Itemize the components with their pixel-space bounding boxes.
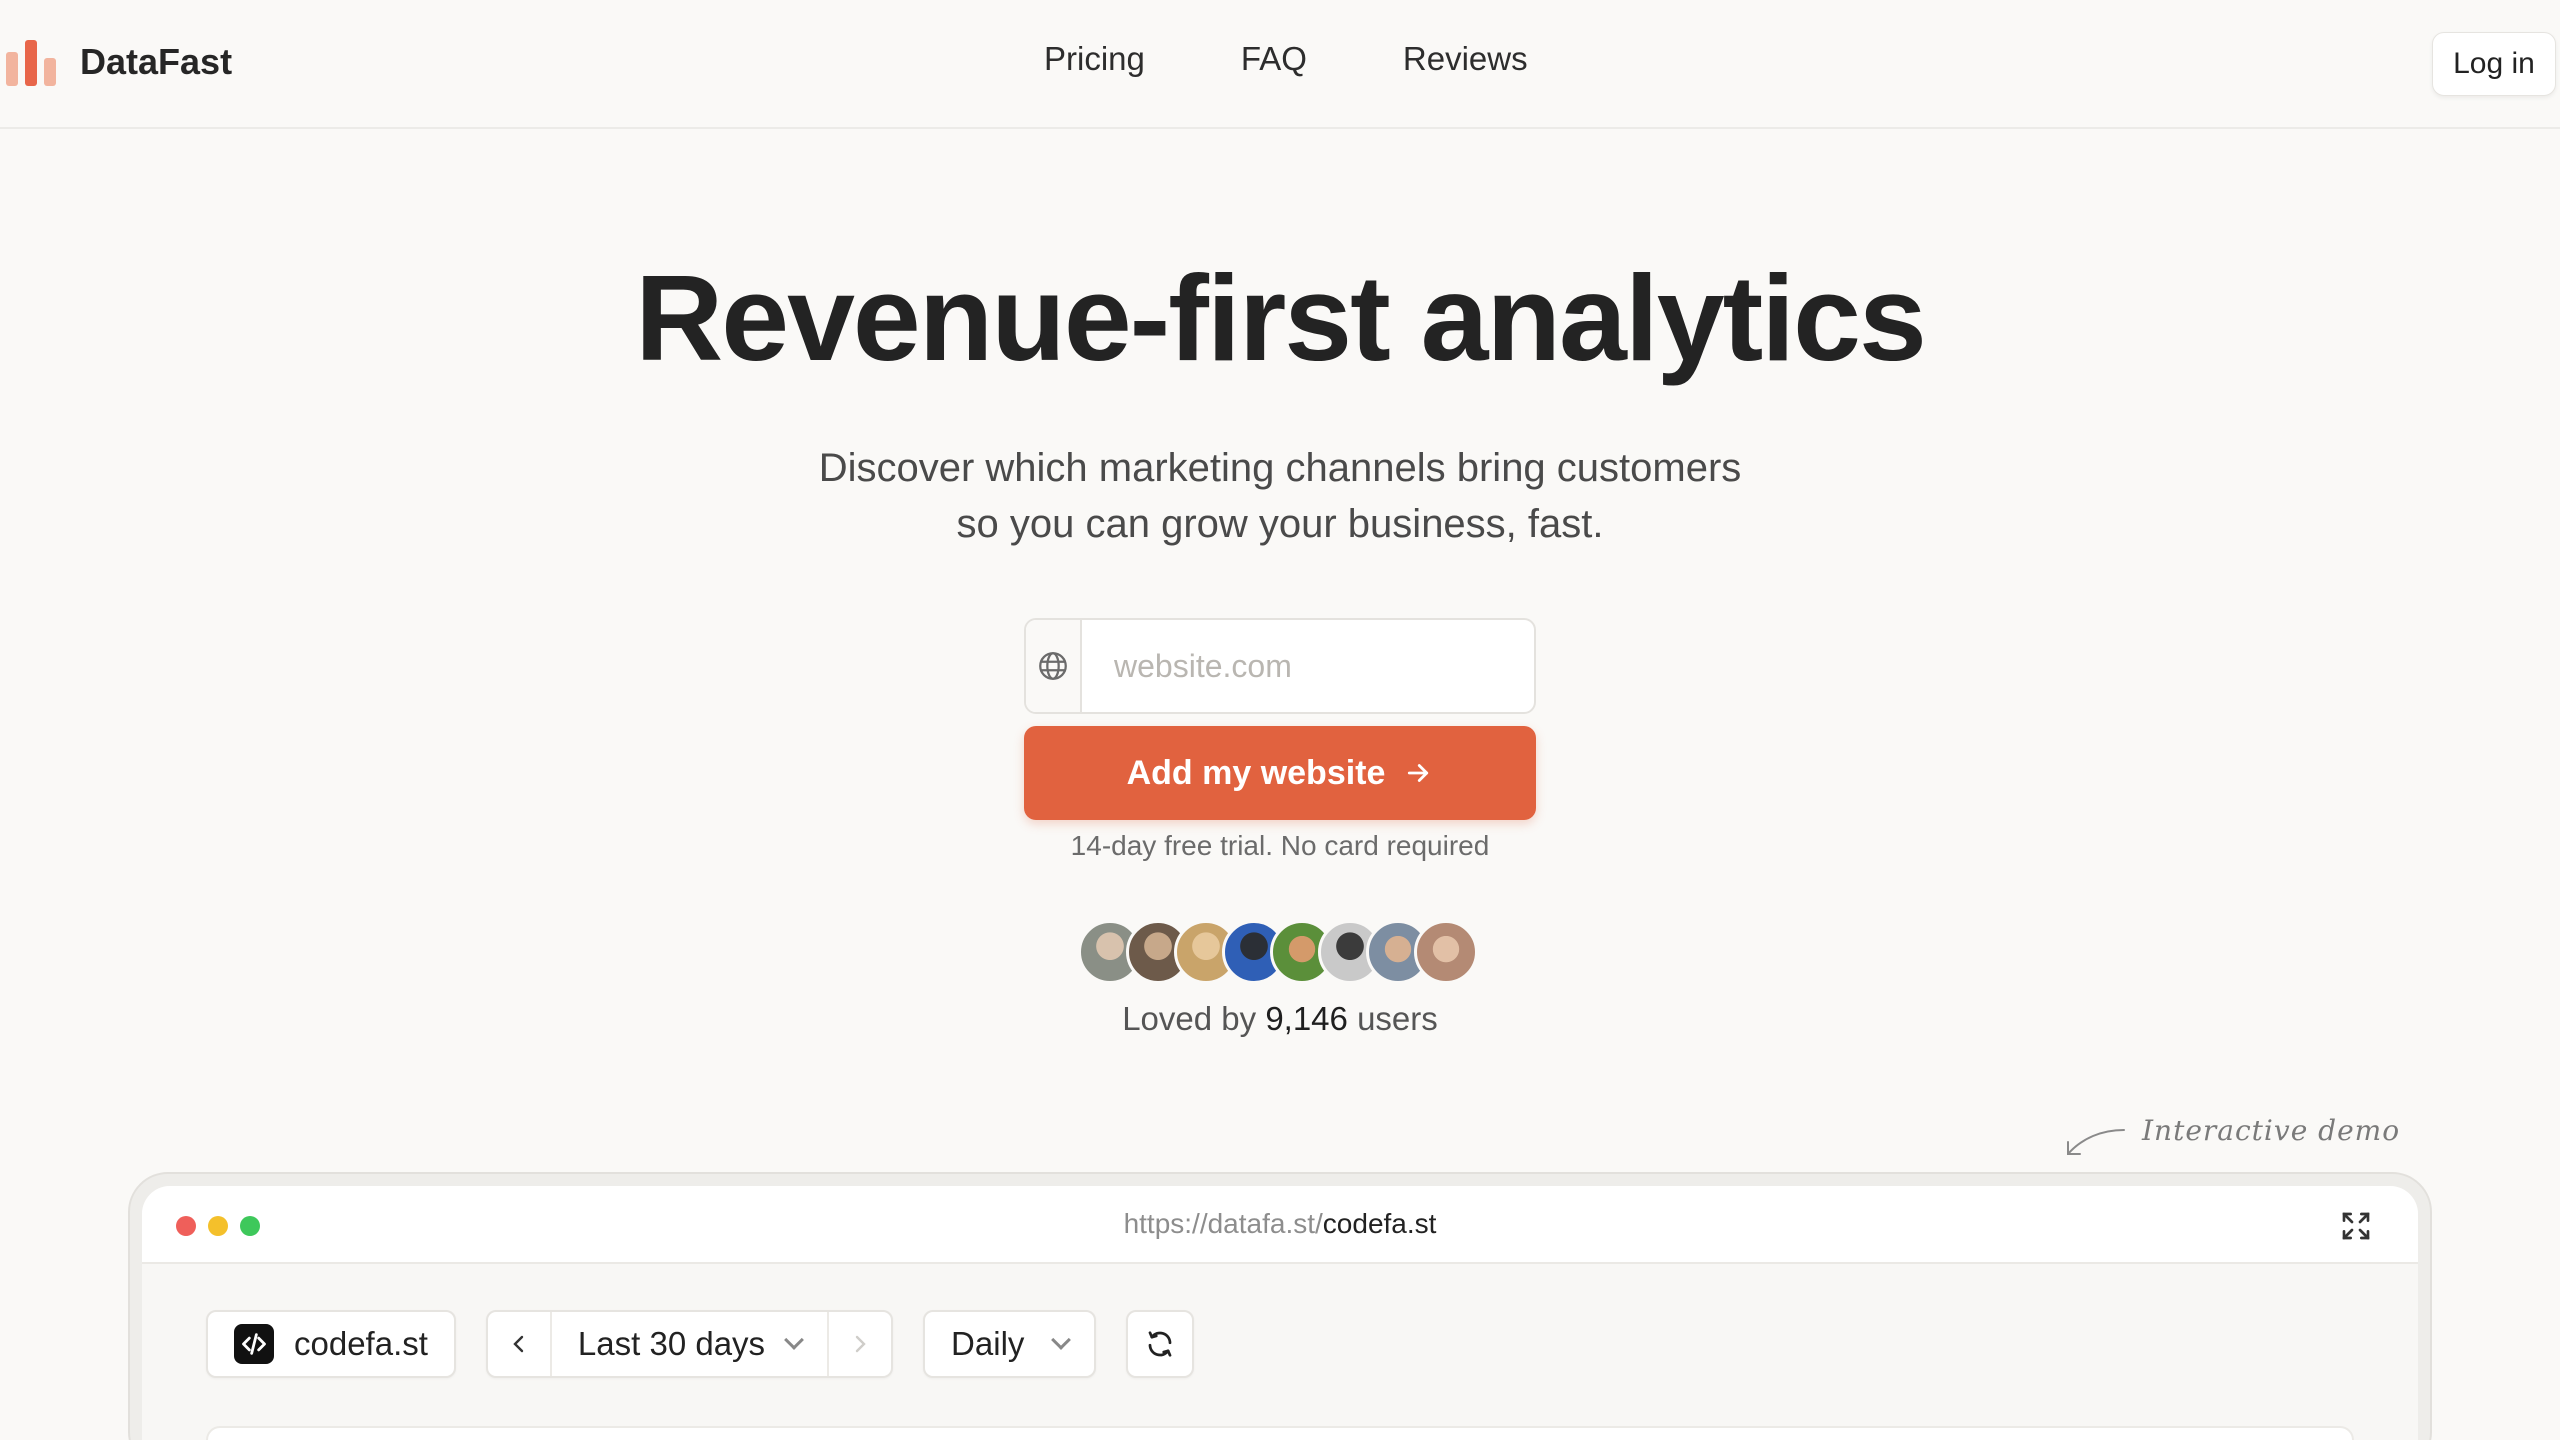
trial-note: 14-day free trial. No card required [1070,830,1490,861]
hero-title: Revenue-first analytics [635,250,1927,386]
loved-prefix: Loved by [1122,1000,1257,1037]
brand-logo[interactable]: DataFast [6,38,232,86]
hero-subtitle: Discover which marketing channels bring … [0,440,2560,552]
website-input-group [1024,618,1536,714]
avatar [1414,920,1478,984]
globe-icon [1026,620,1082,712]
date-range-dropdown[interactable]: Last 30 days [552,1325,827,1363]
hero-subtitle-line1: Discover which marketing channels bring … [818,446,1742,490]
brand-name: DataFast [80,41,233,82]
hero-subtitle-line2: so you can grow your business, fast. [956,502,1604,546]
refresh-button[interactable] [1126,1310,1195,1378]
loved-by-users: Loved by 9,146 users [0,1000,2560,1038]
chevron-down-icon [784,1330,804,1350]
website-input[interactable] [1082,620,1534,712]
demo-window: https://datafa.st/codefa.st codefa.st La… [142,1186,2418,1440]
nav-faq[interactable]: FAQ [1241,40,1307,78]
chevron-right-icon[interactable] [827,1312,891,1376]
browser-url-path: codefa.st [1322,1208,1437,1239]
browser-bar: https://datafa.st/codefa.st [142,1186,2418,1264]
user-count: 9,146 [1265,1000,1348,1037]
stats-panel [206,1426,2354,1440]
chevron-left-icon[interactable] [488,1312,552,1376]
user-avatars [1078,920,1478,984]
curved-arrow-icon [2067,1129,2125,1155]
browser-url-base: https://datafa.st/ [1123,1208,1323,1239]
interval-label: Daily [951,1325,1025,1362]
site-selector[interactable]: codefa.st [206,1310,456,1378]
nav-pricing[interactable]: Pricing [1044,40,1145,78]
demo-toolbar: codefa.st Last 30 days Daily [206,1310,1195,1378]
interactive-demo-label: Interactive demo [2142,1114,2401,1147]
date-range-selector: Last 30 days [485,1310,894,1378]
main-nav: Pricing FAQ Reviews [1044,40,1528,78]
browser-url: https://datafa.st/codefa.st [142,1208,2418,1240]
add-website-label: Add my website [1126,753,1386,792]
site-name: codefa.st [294,1325,428,1362]
arrow-right-icon [1408,764,1429,782]
expand-icon[interactable] [2340,1210,2372,1242]
logo-bars-icon [6,38,58,86]
interval-dropdown[interactable]: Daily [923,1310,1097,1378]
login-button[interactable]: Log in [2432,32,2556,96]
refresh-icon [1149,1331,1172,1357]
add-website-button[interactable]: Add my website [1024,726,1536,820]
code-icon [234,1324,274,1364]
date-range-label: Last 30 days [577,1325,766,1362]
site-header: DataFast Pricing FAQ Reviews Log in [0,0,2560,129]
loved-suffix: users [1357,1000,1438,1037]
nav-reviews[interactable]: Reviews [1403,40,1528,78]
chevron-down-icon [1051,1330,1072,1350]
